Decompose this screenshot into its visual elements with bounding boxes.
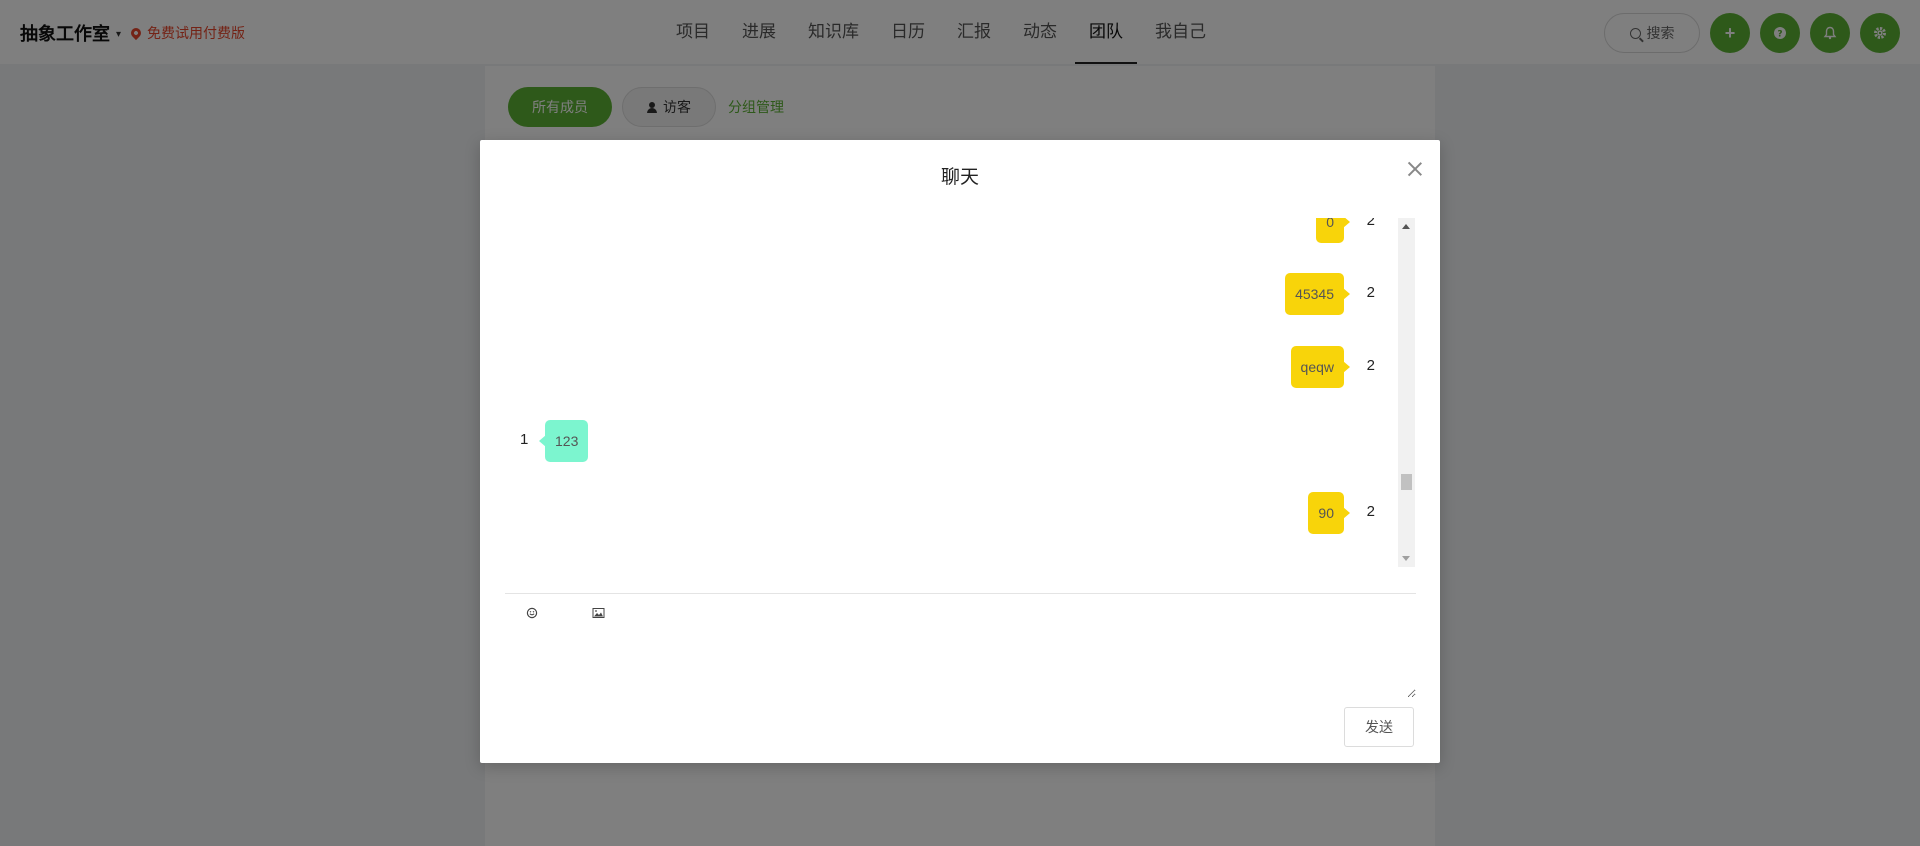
message-row: qeqw 2	[505, 346, 1385, 390]
sender-label: 2	[1366, 284, 1375, 301]
sender-label: 2	[1366, 503, 1375, 520]
message-list[interactable]: 0 2 45345 2 qeqw 2 1 123 90 2	[505, 218, 1405, 558]
message-bubble: 0	[1316, 218, 1350, 243]
emoji-icon	[526, 607, 538, 619]
scroll-up-icon[interactable]	[1402, 224, 1410, 229]
sender-label: 1	[520, 431, 529, 448]
scrollbar-thumb[interactable]	[1401, 474, 1412, 490]
sender-label: 2	[1366, 357, 1375, 374]
message-bubble: 45345	[1285, 273, 1350, 315]
message-input[interactable]	[505, 628, 1416, 698]
chat-dialog: 聊天 0 2 45345 2 qeqw 2 1 123 90 2 发送	[480, 140, 1440, 763]
send-button[interactable]: 发送	[1344, 707, 1414, 747]
scroll-down-icon[interactable]	[1402, 556, 1410, 561]
message-row: 1 123	[505, 420, 1385, 464]
close-icon[interactable]	[1408, 162, 1422, 176]
message-scrollbar[interactable]	[1398, 218, 1415, 567]
sender-label: 2	[1366, 218, 1375, 229]
message-row: 0 2	[505, 218, 1385, 245]
message-row: 90 2	[505, 492, 1385, 536]
message-bubble: 123	[538, 420, 589, 462]
image-icon	[592, 608, 604, 618]
image-upload-button[interactable]	[591, 606, 605, 620]
dialog-title: 聊天	[940, 167, 979, 188]
message-bubble: 90	[1308, 492, 1350, 534]
message-bubble: qeqw	[1290, 346, 1351, 388]
emoji-button[interactable]	[525, 606, 539, 620]
message-row: 45345 2	[505, 273, 1385, 317]
divider	[505, 593, 1416, 594]
